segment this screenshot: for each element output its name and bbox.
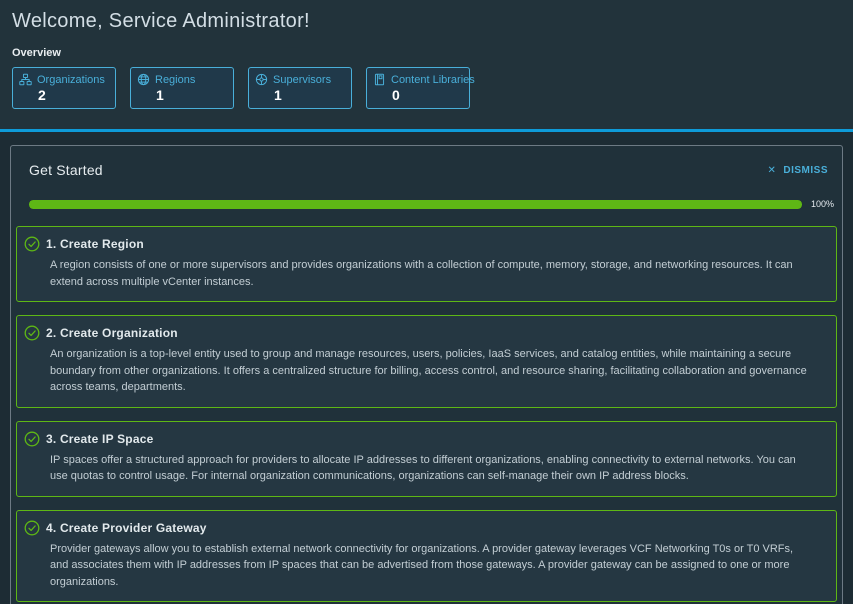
stat-card-organizations[interactable]: Organizations 2 bbox=[12, 67, 116, 109]
step-title: 1. Create Region bbox=[46, 237, 144, 251]
header-section: Welcome, Service Administrator! Overview… bbox=[0, 0, 853, 132]
progress-row: 100% bbox=[11, 178, 842, 209]
close-icon: ✕ bbox=[767, 165, 776, 176]
step-card-create-provider-gateway[interactable]: 4. Create Provider Gateway Provider gate… bbox=[16, 510, 837, 603]
stat-value: 1 bbox=[156, 87, 227, 103]
regions-icon bbox=[137, 73, 150, 86]
check-circle-icon bbox=[24, 431, 40, 447]
check-circle-icon bbox=[24, 236, 40, 252]
progress-percent: 100% bbox=[808, 199, 834, 209]
step-title: 3. Create IP Space bbox=[46, 432, 153, 446]
step-card-create-region[interactable]: 1. Create Region A region consists of on… bbox=[16, 226, 837, 302]
stat-label: Regions bbox=[155, 74, 195, 86]
get-started-panel: Get Started ✕ DISMISS 100% 1. Create Reg… bbox=[10, 145, 843, 604]
step-description: A region consists of one or more supervi… bbox=[24, 257, 808, 290]
progress-fill bbox=[29, 200, 802, 209]
supervisors-icon bbox=[255, 73, 268, 86]
check-circle-icon bbox=[24, 520, 40, 536]
step-title: 2. Create Organization bbox=[46, 326, 178, 340]
stat-value: 1 bbox=[274, 87, 345, 103]
stat-label: Supervisors bbox=[273, 74, 331, 86]
progress-bar bbox=[29, 200, 802, 209]
stat-card-regions[interactable]: Regions 1 bbox=[130, 67, 234, 109]
dismiss-button[interactable]: ✕ DISMISS bbox=[767, 165, 828, 176]
get-started-header: Get Started ✕ DISMISS bbox=[11, 146, 842, 178]
overview-label: Overview bbox=[12, 47, 841, 59]
stat-value: 2 bbox=[38, 87, 109, 103]
organizations-icon bbox=[19, 73, 32, 86]
step-description: Provider gateways allow you to establish… bbox=[24, 541, 808, 591]
check-circle-icon bbox=[24, 325, 40, 341]
stat-value: 0 bbox=[392, 87, 463, 103]
step-description: An organization is a top-level entity us… bbox=[24, 346, 808, 396]
get-started-title: Get Started bbox=[29, 162, 103, 178]
main-section: Get Started ✕ DISMISS 100% 1. Create Reg… bbox=[0, 132, 853, 604]
stat-card-supervisors[interactable]: Supervisors 1 bbox=[248, 67, 352, 109]
step-card-create-organization[interactable]: 2. Create Organization An organization i… bbox=[16, 315, 837, 408]
step-card-create-ip-space[interactable]: 3. Create IP Space IP spaces offer a str… bbox=[16, 421, 837, 497]
step-title: 4. Create Provider Gateway bbox=[46, 521, 207, 535]
page-title: Welcome, Service Administrator! bbox=[12, 10, 841, 33]
stats-row: Organizations 2 Regions 1 bbox=[12, 67, 841, 109]
stat-card-content-libraries[interactable]: Content Libraries 0 bbox=[366, 67, 470, 109]
stat-label: Content Libraries bbox=[391, 74, 475, 86]
content-libraries-icon bbox=[373, 73, 386, 86]
step-description: IP spaces offer a structured approach fo… bbox=[24, 452, 808, 485]
stat-label: Organizations bbox=[37, 74, 105, 86]
dismiss-label: DISMISS bbox=[783, 165, 828, 176]
steps-list: 1. Create Region A region consists of on… bbox=[11, 209, 842, 604]
